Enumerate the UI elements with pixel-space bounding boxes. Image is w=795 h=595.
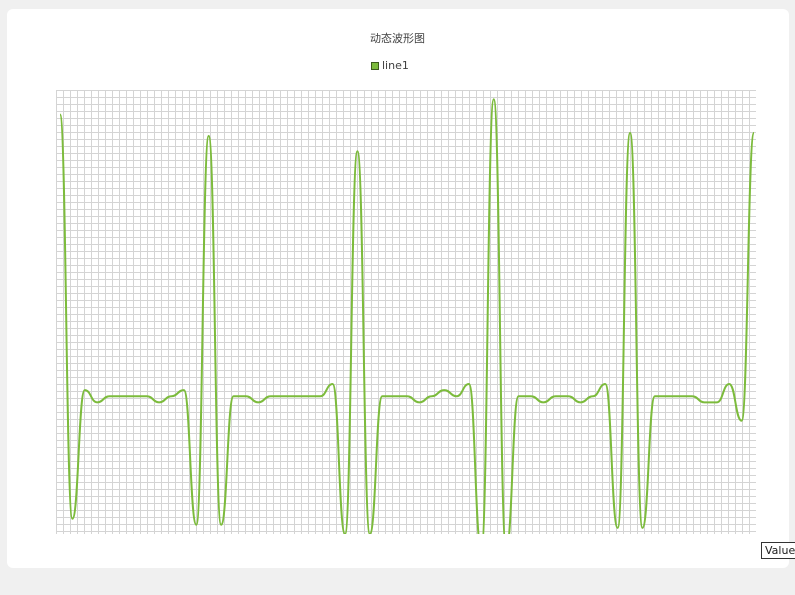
legend-swatch-line1: [371, 61, 379, 70]
legend-label-line1: line1: [382, 59, 409, 72]
values-label: Values: [761, 542, 795, 559]
legend[interactable]: line1: [371, 59, 409, 72]
plot-area[interactable]: [56, 90, 756, 534]
waveform-chart[interactable]: [56, 90, 756, 534]
chart-title: 动态波形图: [370, 32, 425, 45]
grid: [56, 90, 756, 534]
